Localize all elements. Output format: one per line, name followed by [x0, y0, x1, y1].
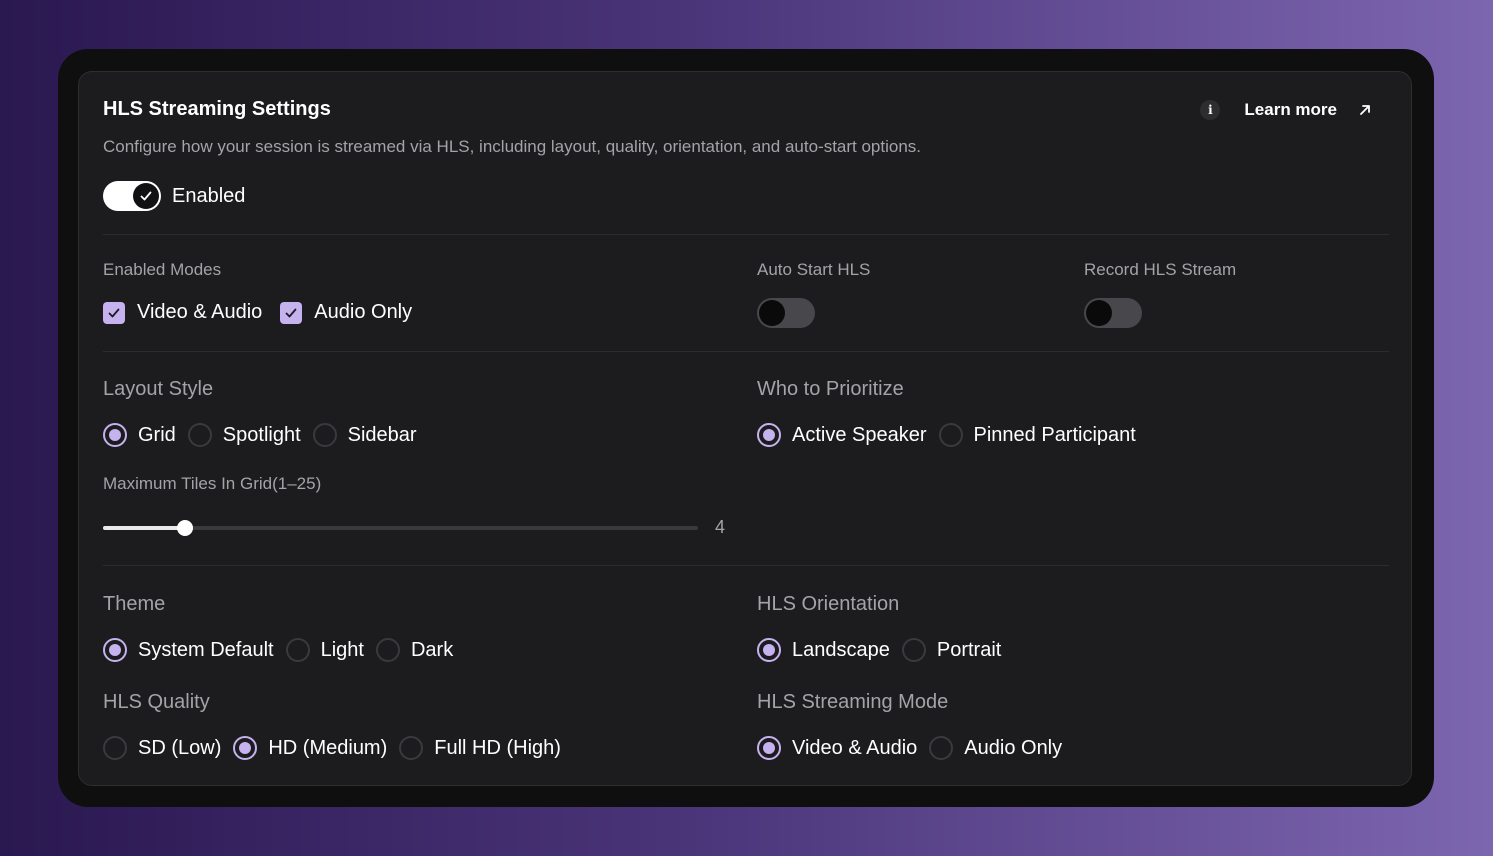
theme-label: Theme — [103, 593, 166, 615]
option-hd-medium-label: HD (Medium) — [268, 736, 388, 759]
radio-pinned-participant[interactable] — [938, 423, 963, 447]
theme-group: System Default Light Dark — [103, 638, 453, 662]
option-grid-label: Grid — [138, 423, 176, 446]
info-icon[interactable]: i — [1200, 100, 1221, 120]
check-icon — [108, 308, 120, 317]
option-sd-low-label: SD (Low) — [138, 736, 222, 759]
radio-full-hd-high[interactable] — [399, 736, 424, 760]
toggle-knob — [759, 300, 785, 326]
slider-thumb[interactable] — [177, 520, 193, 536]
page-description: Configure how your session is streamed v… — [103, 137, 922, 156]
record-toggle[interactable] — [1084, 298, 1142, 328]
radio-video-audio[interactable] — [757, 736, 781, 760]
toggle-knob — [133, 183, 159, 209]
option-system-default-label: System Default — [138, 638, 274, 661]
quality-label: HLS Quality — [103, 691, 210, 713]
enabled-modes-label: Enabled Modes — [103, 260, 222, 279]
quality-group: SD (Low) HD (Medium) Full HD (High) — [103, 736, 561, 760]
radio-dark[interactable] — [375, 638, 400, 662]
audio-only-label: Audio Only — [314, 301, 413, 323]
option-portrait-label: Portrait — [936, 638, 1002, 661]
orientation-group: Landscape Portrait — [757, 638, 1001, 662]
prioritize-label: Who to Prioritize — [757, 378, 904, 400]
enabled-toggle[interactable] — [103, 181, 161, 211]
streaming-mode-group: Video & Audio Audio Only — [757, 736, 1062, 760]
radio-system-default[interactable] — [103, 638, 127, 662]
learn-more-link[interactable]: Learn more — [1244, 100, 1337, 120]
radio-sidebar[interactable] — [312, 423, 337, 447]
option-spotlight-label: Spotlight — [222, 423, 301, 446]
option-light-label: Light — [320, 638, 364, 661]
divider — [103, 565, 1389, 566]
learn-more-group: i Learn more — [1200, 100, 1373, 120]
toggle-knob — [1086, 300, 1112, 326]
video-audio-label: Video & Audio — [137, 301, 263, 323]
radio-spotlight[interactable] — [187, 423, 212, 447]
option-dark-label: Dark — [410, 638, 454, 661]
option-full-hd-high-label: Full HD (High) — [434, 736, 561, 759]
radio-audio-only[interactable] — [929, 736, 954, 760]
max-tiles-label: Maximum Tiles In Grid(1–25) — [103, 474, 322, 493]
divider — [103, 351, 1389, 352]
radio-light[interactable] — [285, 638, 310, 662]
check-icon — [285, 308, 297, 317]
auto-start-label: Auto Start HLS — [757, 260, 871, 279]
option-sidebar-label: Sidebar — [347, 423, 417, 446]
radio-landscape[interactable] — [757, 638, 781, 662]
streaming-mode-label: HLS Streaming Mode — [757, 691, 949, 713]
option-landscape-label: Landscape — [792, 638, 890, 661]
prioritize-group: Active Speaker Pinned Participant — [757, 423, 1136, 447]
enabled-modes-group: Video & Audio Audio Only — [103, 301, 412, 324]
max-tiles-slider[interactable] — [103, 520, 698, 536]
option-active-speaker-label: Active Speaker — [792, 423, 927, 446]
record-label: Record HLS Stream — [1084, 260, 1237, 279]
option-video-audio-label: Video & Audio — [792, 736, 918, 759]
audio-only-checkbox[interactable] — [280, 301, 303, 324]
arrow-up-right-icon[interactable] — [1357, 102, 1373, 118]
radio-sd-low[interactable] — [103, 736, 127, 760]
slider-fill — [103, 526, 185, 530]
option-pinned-participant-label: Pinned Participant — [973, 423, 1136, 446]
option-audio-only-label: Audio Only — [964, 736, 1063, 759]
orientation-label: HLS Orientation — [757, 593, 900, 615]
hls-settings-card: HLS Streaming Settings Configure how you… — [78, 71, 1412, 786]
radio-grid[interactable] — [103, 423, 127, 447]
layout-style-group: Grid Spotlight Sidebar — [103, 423, 417, 447]
radio-portrait[interactable] — [901, 638, 926, 662]
radio-hd-medium[interactable] — [233, 736, 258, 760]
radio-active-speaker[interactable] — [757, 423, 781, 447]
enabled-label: Enabled — [172, 185, 246, 207]
video-audio-checkbox[interactable] — [103, 301, 125, 324]
layout-style-label: Layout Style — [103, 378, 214, 400]
check-icon — [140, 191, 152, 201]
max-tiles-value: 4 — [715, 517, 726, 537]
divider — [103, 234, 1389, 235]
auto-start-toggle[interactable] — [757, 298, 815, 328]
page-title: HLS Streaming Settings — [103, 98, 331, 120]
